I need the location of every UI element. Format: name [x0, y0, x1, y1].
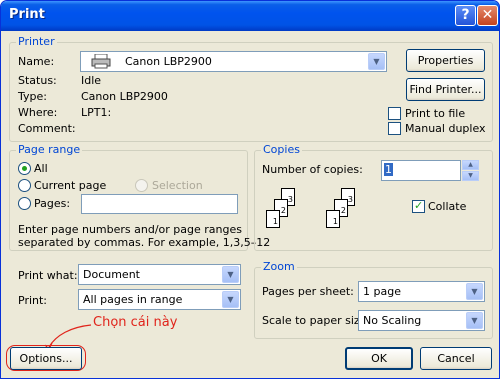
all-radio[interactable]	[18, 162, 31, 175]
collate-label[interactable]: Collate	[428, 200, 466, 213]
find-printer-label: Find Printer...	[409, 83, 482, 96]
pages-per-sheet-value: 1 page	[363, 285, 401, 298]
help-button[interactable]: ?	[455, 5, 476, 26]
printer-name-select[interactable]: Canon LBP2900 ▼	[80, 51, 387, 72]
ok-label: OK	[371, 352, 387, 365]
chevron-down-icon[interactable]: ▼	[222, 266, 239, 283]
pages-radio[interactable]	[18, 197, 31, 210]
page-range-group-title: Page range	[16, 143, 83, 156]
print-what-select[interactable]: Document ▼	[78, 264, 241, 285]
copies-input[interactable]: 1	[381, 160, 461, 181]
copies-value: 1	[384, 163, 393, 176]
chevron-down-icon[interactable]: ▼	[466, 283, 483, 300]
chevron-down-icon[interactable]: ▼	[222, 291, 239, 308]
pages-per-sheet-label: Pages per sheet:	[262, 285, 354, 298]
manual-duplex-checkbox[interactable]	[388, 122, 401, 135]
scale-to-paper-label: Scale to paper size:	[262, 314, 371, 327]
status-label: Status:	[18, 74, 57, 87]
zoom-group-title: Zoom	[261, 260, 297, 273]
collate-checkbox[interactable]	[412, 199, 425, 213]
type-label: Type:	[18, 90, 47, 103]
properties-label: Properties	[417, 54, 474, 67]
printer-group-title: Printer	[16, 35, 57, 48]
find-printer-button[interactable]: Find Printer...	[406, 78, 485, 101]
selection-radio	[135, 179, 148, 192]
print-to-file-checkbox[interactable]	[388, 107, 401, 120]
properties-button[interactable]: Properties	[406, 49, 485, 72]
print-value: All pages in range	[83, 293, 183, 306]
spin-down-icon[interactable]: ▼	[462, 171, 479, 181]
window-title: Print	[9, 7, 45, 22]
printer-icon	[91, 53, 111, 69]
options-label: Options...	[19, 352, 73, 365]
pages-input[interactable]	[81, 194, 238, 214]
pages-label[interactable]: Pages:	[34, 197, 70, 210]
selection-label: Selection	[152, 179, 203, 192]
page-range-help-line1: Enter page numbers and/or page ranges	[18, 223, 242, 236]
title-bar[interactable]: Print ? ✕	[1, 1, 499, 31]
where-value: LPT1:	[81, 106, 112, 119]
number-of-copies-label: Number of copies:	[262, 163, 363, 176]
scale-to-paper-select[interactable]: No Scaling ▼	[358, 310, 485, 331]
options-button[interactable]: Options...	[10, 347, 82, 370]
copies-group-title: Copies	[261, 143, 302, 156]
collate-page: 1	[266, 210, 280, 228]
chevron-down-icon[interactable]: ▼	[368, 53, 385, 70]
spin-up-icon[interactable]: ▲	[462, 160, 479, 170]
annotation-text: Chọn cái này	[93, 315, 178, 330]
printer-name-label: Name:	[18, 55, 55, 68]
comment-label: Comment:	[18, 122, 76, 135]
copies-spinner[interactable]: ▲ ▼	[462, 160, 479, 181]
collate-illustration: 3 2 1 3 2 1	[261, 188, 371, 243]
all-radio-label[interactable]: All	[34, 162, 48, 175]
print-what-value: Document	[83, 268, 140, 281]
where-label: Where:	[18, 106, 58, 119]
current-page-label[interactable]: Current page	[34, 179, 106, 192]
pages-per-sheet-select[interactable]: 1 page ▼	[358, 281, 485, 302]
scale-to-paper-value: No Scaling	[363, 314, 422, 327]
printer-name-value: Canon LBP2900	[125, 55, 212, 68]
cancel-label: Cancel	[437, 352, 475, 365]
print-select[interactable]: All pages in range ▼	[78, 289, 241, 310]
chevron-down-icon[interactable]: ▼	[466, 312, 483, 329]
type-value: Canon LBP2900	[81, 90, 168, 103]
print-to-file-label[interactable]: Print to file	[405, 107, 465, 120]
close-button[interactable]: ✕	[477, 5, 498, 26]
print-what-label: Print what:	[18, 269, 78, 282]
cancel-button[interactable]: Cancel	[420, 347, 492, 370]
current-page-radio[interactable]	[18, 179, 31, 192]
ok-button[interactable]: OK	[345, 347, 413, 370]
print-dialog: Print ? ✕ Printer Name: Canon LBP2900 ▼ …	[0, 0, 500, 379]
manual-duplex-label[interactable]: Manual duplex	[405, 122, 486, 135]
print-label: Print:	[18, 294, 48, 307]
collate-page: 1	[326, 210, 340, 228]
page-range-help-line2: separated by commas. For example, 1,3,5–…	[18, 236, 271, 249]
status-value: Idle	[81, 74, 102, 87]
